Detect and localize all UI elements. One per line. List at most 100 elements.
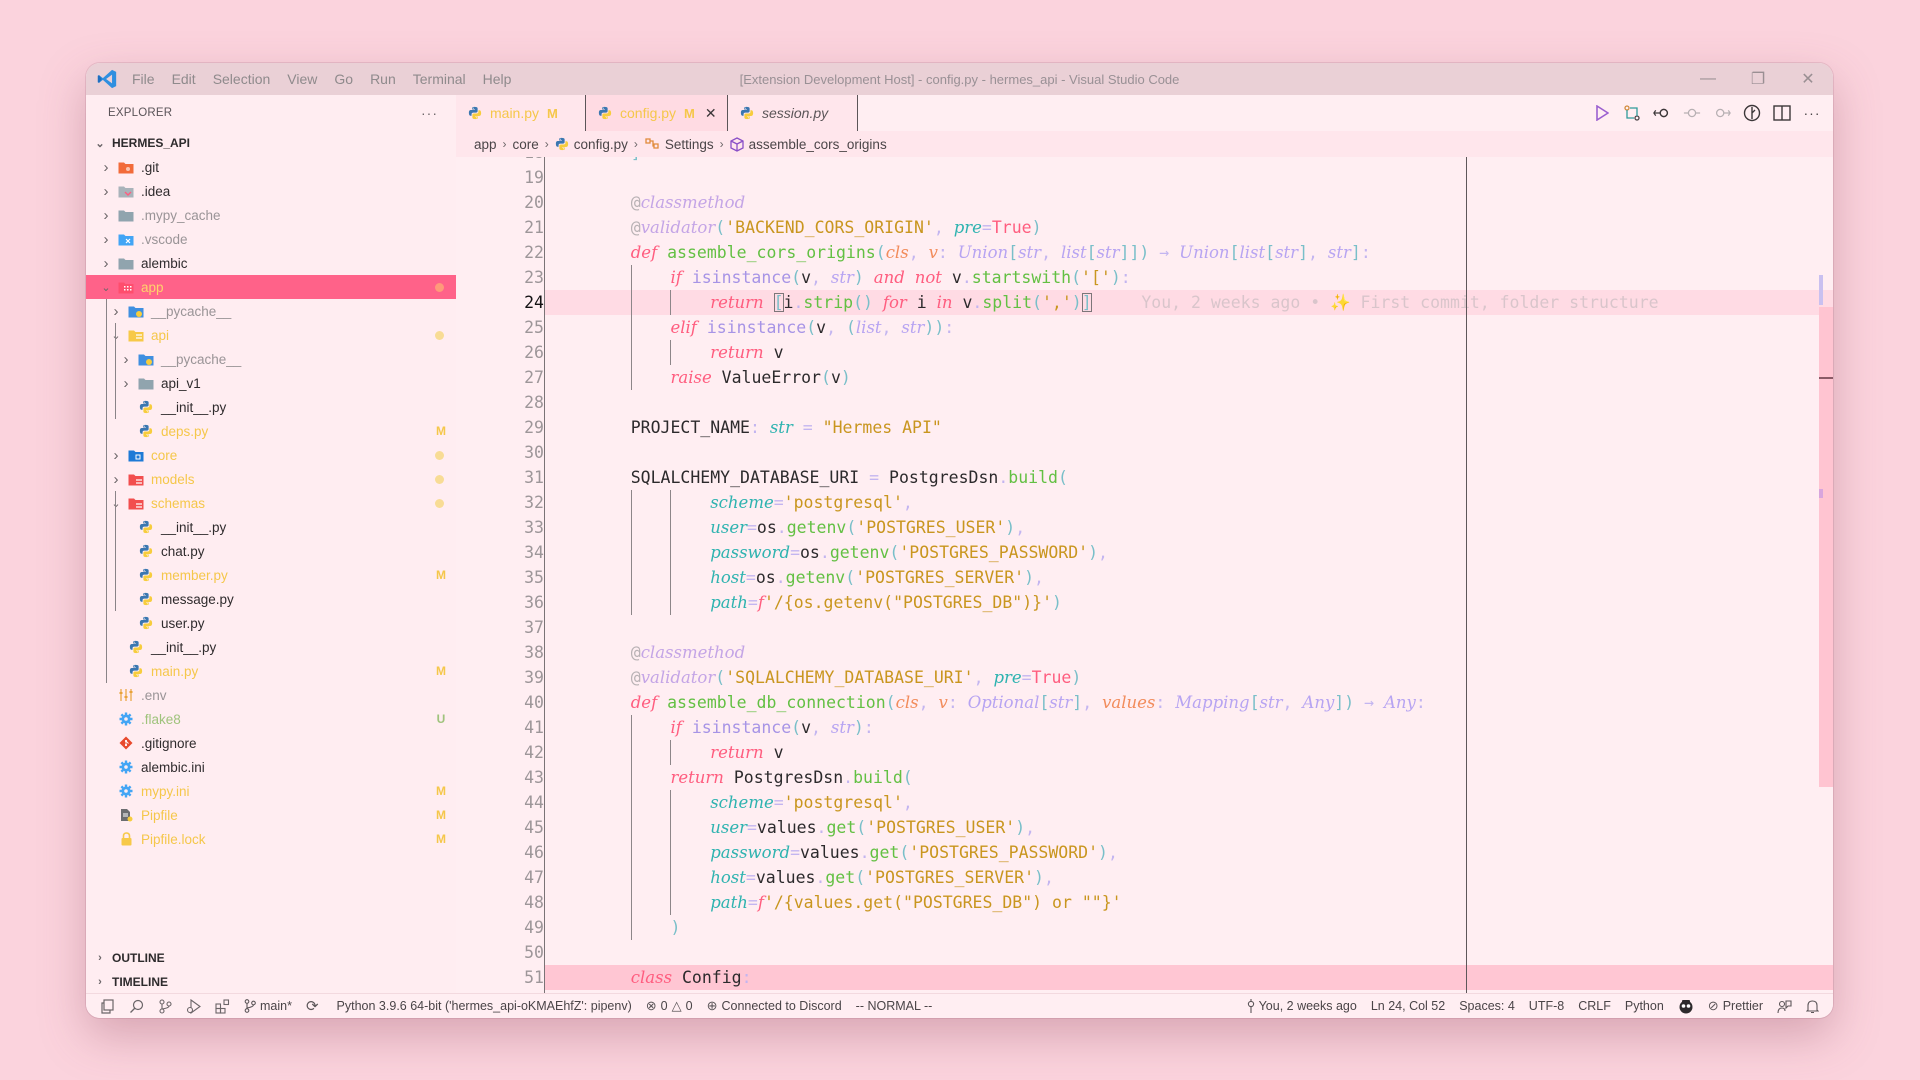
code-line[interactable]: if isinstance(v, str) and not v.startswi…: [545, 265, 1833, 290]
code-line[interactable]: def assemble_cors_origins(cls, v: Union[…: [545, 240, 1833, 265]
tree-file[interactable]: alembic.ini: [86, 755, 456, 779]
branch-indicator[interactable]: main*: [244, 999, 292, 1013]
code-line[interactable]: path=f'/{values.get("POSTGRES_DB") or ""…: [545, 890, 1833, 915]
tab-session-py[interactable]: session.py: [728, 95, 858, 131]
tree-folder[interactable]: › .idea: [86, 179, 456, 203]
close-tab-icon[interactable]: ✕: [705, 105, 717, 122]
close-window-button[interactable]: ✕: [1783, 63, 1833, 95]
tree-file[interactable]: __init__.py: [86, 515, 456, 539]
source-control-icon[interactable]: [158, 998, 172, 1014]
code-line[interactable]: ]: [545, 157, 1833, 165]
breadcrumb-file[interactable]: config.py: [574, 137, 628, 152]
code-editor[interactable]: 18 19 20 21 22 23 24 25 26 27 28 29 30 31 32 33 34 35 36 37…: [456, 157, 1833, 993]
cursor-position[interactable]: Ln 24, Col 52: [1371, 999, 1445, 1013]
menu-help[interactable]: Help: [483, 71, 512, 87]
code-line[interactable]: path=f'/{os.getenv("POSTGRES_DB")}'): [545, 590, 1833, 615]
tree-file[interactable]: Pipfile M: [86, 803, 456, 827]
git-commit-icon[interactable]: [1683, 104, 1701, 122]
sync-button[interactable]: ⟳: [306, 997, 323, 1015]
tree-file[interactable]: __init__.py: [86, 635, 456, 659]
menu-run[interactable]: Run: [370, 71, 396, 87]
timeline-icon[interactable]: [1743, 104, 1761, 122]
menu-view[interactable]: View: [287, 71, 317, 87]
git-blame-status[interactable]: You, 2 weeks ago: [1247, 999, 1357, 1013]
tree-file[interactable]: .flake8 U: [86, 707, 456, 731]
code-line[interactable]: host=os.getenv('POSTGRES_SERVER'),: [545, 565, 1833, 590]
more-actions-icon[interactable]: ···: [1803, 104, 1821, 122]
breadcrumb-class[interactable]: Settings: [665, 137, 714, 152]
tree-folder[interactable]: › core: [86, 443, 456, 467]
tree-folder[interactable]: › models: [86, 467, 456, 491]
code-line[interactable]: scheme='postgresql',: [545, 790, 1833, 815]
end-of-line[interactable]: CRLF: [1578, 999, 1611, 1013]
code-line[interactable]: raise ValueError(v): [545, 365, 1833, 390]
tree-file[interactable]: .env: [86, 683, 456, 707]
tree-file[interactable]: Pipfile.lock M: [86, 827, 456, 851]
code-line[interactable]: @validator('BACKEND_CORS_ORIGIN', pre=Tr…: [545, 215, 1833, 240]
tab-config-py[interactable]: config.py M ✕: [586, 95, 728, 131]
prettier-status[interactable]: ⊘ Prettier: [1708, 998, 1763, 1014]
tree-file[interactable]: message.py: [86, 587, 456, 611]
workspace-root[interactable]: ⌄ HERMES_API: [86, 131, 456, 155]
code-line[interactable]: scheme='postgresql',: [545, 490, 1833, 515]
tree-file[interactable]: deps.py M: [86, 419, 456, 443]
tree-folder[interactable]: › api_v1: [86, 371, 456, 395]
outline-section[interactable]: › OUTLINE: [86, 946, 456, 970]
compare-changes-icon[interactable]: [1623, 104, 1641, 122]
code-line[interactable]: [545, 165, 1833, 190]
copilot-icon[interactable]: [1678, 999, 1694, 1014]
split-editor-icon[interactable]: [1773, 104, 1791, 122]
feedback-icon[interactable]: [1777, 999, 1792, 1014]
breadcrumb-core[interactable]: core: [513, 137, 539, 152]
run-debug-icon[interactable]: [186, 998, 201, 1014]
code-line[interactable]: PROJECT_NAME: str = "Hermes API": [545, 415, 1833, 440]
code-line[interactable]: return v: [545, 340, 1833, 365]
code-line[interactable]: def assemble_db_connection(cls, v: Optio…: [545, 690, 1833, 715]
breadcrumb-method[interactable]: assemble_cors_origins: [749, 137, 887, 152]
menu-file[interactable]: File: [132, 71, 155, 87]
code-line[interactable]: [545, 615, 1833, 640]
tree-folder[interactable]: › __pycache__: [86, 347, 456, 371]
tab-main-py[interactable]: main.py M: [456, 95, 586, 131]
code-line[interactable]: ): [545, 915, 1833, 940]
tree-file[interactable]: __init__.py: [86, 395, 456, 419]
scrollbar-thumb[interactable]: [1819, 307, 1833, 787]
menu-selection[interactable]: Selection: [213, 71, 271, 87]
code-line[interactable]: host=values.get('POSTGRES_SERVER'),: [545, 865, 1833, 890]
tree-folder[interactable]: ⌄ api: [86, 323, 456, 347]
tree-file[interactable]: chat.py: [86, 539, 456, 563]
code-line[interactable]: user=os.getenv('POSTGRES_USER'),: [545, 515, 1833, 540]
tree-file[interactable]: main.py M: [86, 659, 456, 683]
explorer-icon[interactable]: [100, 998, 115, 1014]
previous-change-icon[interactable]: [1653, 104, 1671, 122]
discord-status[interactable]: ⊕ Connected to Discord: [707, 998, 842, 1014]
notifications-icon[interactable]: [1806, 999, 1819, 1014]
tree-folder[interactable]: ⌄ schemas: [86, 491, 456, 515]
search-icon[interactable]: [129, 999, 144, 1014]
tree-file[interactable]: mypy.ini M: [86, 779, 456, 803]
encoding[interactable]: UTF-8: [1529, 999, 1564, 1013]
code-line[interactable]: [545, 440, 1833, 465]
tree-folder[interactable]: › __pycache__: [86, 299, 456, 323]
indentation[interactable]: Spaces: 4: [1459, 999, 1515, 1013]
menu-terminal[interactable]: Terminal: [413, 71, 466, 87]
code-line[interactable]: return PostgresDsn.build(: [545, 765, 1833, 790]
code-line[interactable]: SQLALCHEMY_DATABASE_URI = PostgresDsn.bu…: [545, 465, 1833, 490]
run-icon[interactable]: [1593, 104, 1611, 122]
minimize-button[interactable]: —: [1683, 63, 1733, 95]
tree-folder[interactable]: › .vscode: [86, 227, 456, 251]
vertical-scrollbar[interactable]: [1819, 157, 1833, 993]
problems-indicator[interactable]: ⊗ 0 △ 0: [646, 998, 693, 1014]
code-line[interactable]: [545, 940, 1833, 965]
tree-file[interactable]: .gitignore: [86, 731, 456, 755]
timeline-section[interactable]: › TIMELINE: [86, 970, 456, 994]
tree-file[interactable]: user.py: [86, 611, 456, 635]
more-actions-icon[interactable]: ···: [421, 105, 438, 121]
language-mode[interactable]: Python: [1625, 999, 1664, 1013]
code-line[interactable]: [545, 390, 1833, 415]
breadcrumb-app[interactable]: app: [474, 137, 497, 152]
current-code-line[interactable]: return [i.strip() for i in v.split(',')]…: [545, 290, 1833, 315]
tree-folder[interactable]: › .mypy_cache: [86, 203, 456, 227]
extensions-icon[interactable]: [215, 998, 230, 1014]
code-line[interactable]: @classmethod: [545, 640, 1833, 665]
